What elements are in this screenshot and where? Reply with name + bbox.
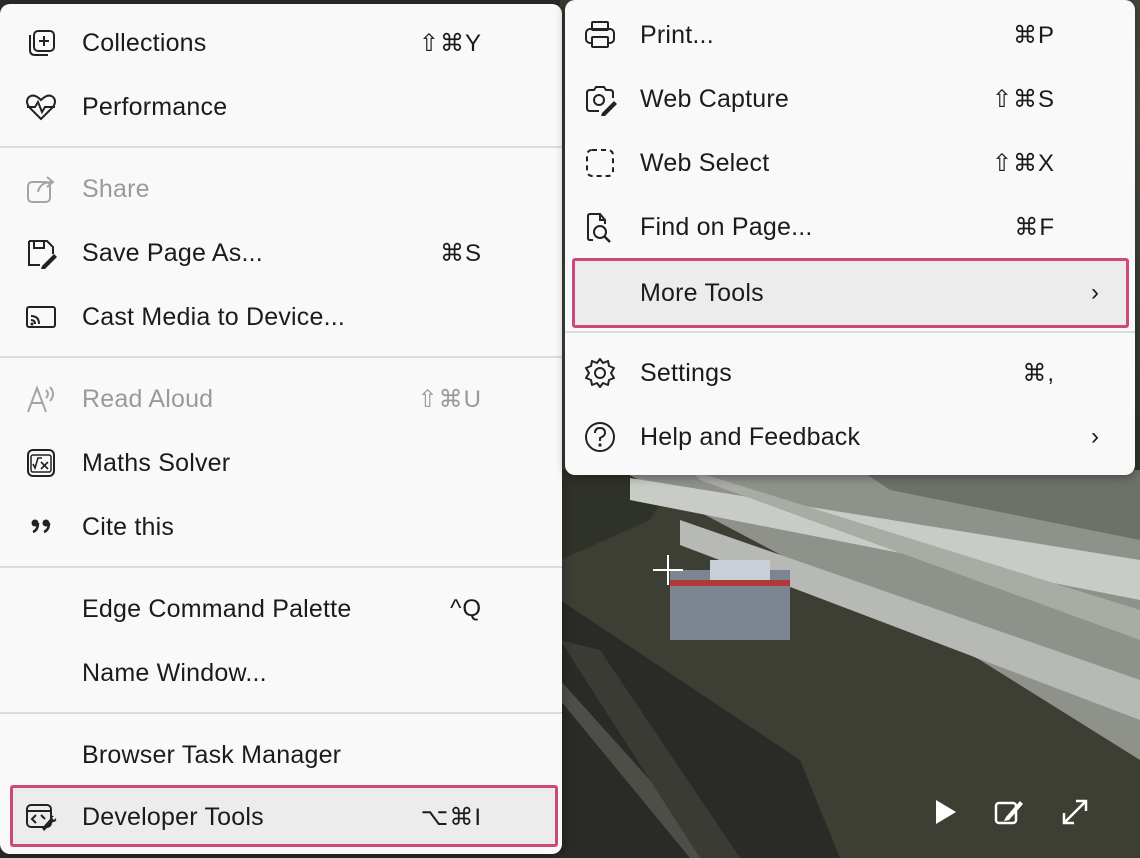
shortcut-text: ⇧⌘Y (418, 29, 482, 57)
menu-item-label: Performance (82, 92, 228, 121)
chevron-right-icon: › (1091, 279, 1099, 306)
shortcut-text: ⌘P (1012, 21, 1055, 49)
menu-item-more-tools[interactable]: More Tools › (565, 265, 1135, 321)
menu-item-edge-command-palette[interactable]: Edge Command Palette ^Q (0, 581, 562, 637)
menu-item-cast-media[interactable]: Cast Media to Device... (0, 289, 562, 345)
menu-item-label: Print... (640, 20, 714, 49)
menu-item-cite-this[interactable]: Cite this (0, 499, 562, 555)
separator (0, 712, 562, 714)
menu-item-help-and-feedback[interactable]: Help and Feedback › (565, 409, 1135, 465)
menu-item-label: Maths Solver (82, 448, 231, 477)
menu-item-label: Find on Page... (640, 212, 813, 241)
collections-icon (22, 24, 60, 62)
menu-item-performance[interactable]: Performance (0, 79, 562, 135)
shortcut-text: ⌥⌘I (420, 803, 482, 831)
menu-item-name-window[interactable]: Name Window... (0, 645, 562, 701)
read-aloud-icon (22, 380, 60, 418)
menu-item-label: Share (82, 174, 150, 203)
left-context-menu: Collections ⇧⌘Y Performance Share Save P… (0, 4, 562, 854)
shortcut-text: ⌘, (1022, 359, 1055, 387)
menu-item-label: Edge Command Palette (82, 594, 352, 623)
share-icon (22, 170, 60, 208)
menu-item-settings[interactable]: Settings ⌘, (565, 345, 1135, 401)
menu-item-web-capture[interactable]: Web Capture ⇧⌘S (565, 71, 1135, 127)
menu-item-save-page-as[interactable]: Save Page As... ⌘S (0, 225, 562, 281)
web-capture-icon (581, 80, 619, 118)
menu-item-label: Developer Tools (82, 802, 264, 831)
save-page-icon (22, 234, 60, 272)
quote-icon (22, 508, 60, 546)
menu-item-label: Cast Media to Device... (82, 302, 346, 331)
developer-tools-icon (22, 798, 60, 836)
right-context-menu: Print... ⌘P Web Capture ⇧⌘S Web Select ⇧… (565, 0, 1135, 475)
shortcut-text: ⌘S (439, 239, 482, 267)
print-icon (581, 16, 619, 54)
menu-item-label: Help and Feedback (640, 422, 861, 451)
menu-item-label: Web Select (640, 148, 770, 177)
menu-item-label: Collections (82, 28, 207, 57)
menu-item-developer-tools[interactable]: Developer Tools ⌥⌘I (0, 789, 562, 845)
menu-item-label: More Tools (640, 278, 764, 307)
menu-item-web-select[interactable]: Web Select ⇧⌘X (565, 135, 1135, 191)
shortcut-text: ^Q (450, 595, 482, 622)
menu-item-read-aloud[interactable]: Read Aloud ⇧⌘U (0, 371, 562, 427)
menu-item-collections[interactable]: Collections ⇧⌘Y (0, 15, 562, 71)
menu-item-label: Cite this (82, 512, 175, 541)
menu-item-label: Settings (640, 358, 732, 387)
heart-pulse-icon (22, 88, 60, 126)
menu-item-label: Web Capture (640, 84, 790, 113)
separator (0, 356, 562, 358)
separator (0, 566, 562, 568)
menu-item-share[interactable]: Share (0, 161, 562, 217)
play-icon[interactable] (928, 795, 962, 829)
chevron-right-icon: › (1091, 423, 1099, 450)
settings-icon (581, 354, 619, 392)
menu-item-label: Read Aloud (82, 384, 214, 413)
shortcut-text: ⇧⌘U (417, 385, 482, 413)
shortcut-text: ⌘F (1014, 213, 1055, 241)
shortcut-text: ⇧⌘S (991, 85, 1055, 113)
web-select-icon (581, 144, 619, 182)
help-icon (581, 418, 619, 456)
annotate-icon[interactable] (992, 795, 1026, 829)
menu-item-label: Browser Task Manager (82, 740, 342, 769)
shortcut-text: ⇧⌘X (991, 149, 1055, 177)
expand-icon[interactable] (1058, 795, 1092, 829)
separator (0, 146, 562, 148)
find-on-page-icon (581, 208, 619, 246)
cast-icon (22, 298, 60, 336)
menu-item-label: Save Page As... (82, 238, 263, 267)
menu-item-browser-task-manager[interactable]: Browser Task Manager (0, 727, 562, 783)
menu-item-maths-solver[interactable]: Maths Solver (0, 435, 562, 491)
maths-solver-icon (22, 444, 60, 482)
menu-item-label: Name Window... (82, 658, 267, 687)
menu-item-find-on-page[interactable]: Find on Page... ⌘F (565, 199, 1135, 255)
separator (565, 331, 1135, 333)
menu-item-print[interactable]: Print... ⌘P (565, 7, 1135, 63)
